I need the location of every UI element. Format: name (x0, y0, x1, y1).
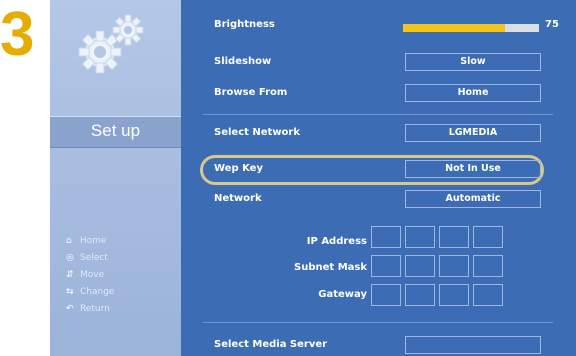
divider (203, 322, 553, 323)
legend-change: ⇆ Change (66, 287, 115, 297)
slideshow-label: Slideshow (214, 56, 272, 67)
home-icon: ⌂ (66, 236, 72, 246)
media-server-row[interactable]: Select Media Server (181, 336, 576, 356)
network-label: Network (214, 193, 262, 204)
step-number: 3 (0, 0, 35, 69)
return-icon: ↶ (66, 304, 74, 314)
subnet-mask-octet-3[interactable] (439, 255, 469, 277)
subnet-mask-octet-4[interactable] (473, 255, 503, 277)
ip-address-octet-1[interactable] (371, 226, 401, 248)
ip-address-label: IP Address (306, 236, 367, 247)
arrows-lr-icon: ⇆ (66, 287, 74, 297)
settings-panel: Brightness 75 Slideshow Slow Browse From… (181, 0, 576, 356)
brightness-fill (403, 24, 505, 32)
legend-select: ◎ Select (66, 253, 108, 263)
brightness-label: Brightness (214, 19, 275, 30)
wep-key-label: Wep Key (214, 163, 263, 174)
select-network-row[interactable]: Select Network LGMEDIA (181, 124, 576, 146)
legend-move: ⇵ Move (66, 270, 105, 280)
brightness-slider[interactable] (403, 24, 539, 32)
network-row[interactable]: Network Automatic (181, 190, 576, 212)
wep-key-select[interactable]: Not In Use (405, 160, 541, 178)
divider (203, 114, 553, 115)
slideshow-select[interactable]: Slow (405, 53, 541, 71)
wep-key-row[interactable]: Wep Key Not In Use (181, 160, 576, 182)
gateway-octet-3[interactable] (439, 284, 469, 306)
network-select[interactable]: Automatic (405, 190, 541, 208)
sidebar: Set up ⌂ Home ◎ Select ⇵ Move ⇆ Change ↶ Retu… (50, 0, 181, 356)
browse-from-select[interactable]: Home (405, 84, 541, 102)
slideshow-row[interactable]: Slideshow Slow (181, 53, 576, 75)
gateway-octet-1[interactable] (371, 284, 401, 306)
gears-icon (78, 14, 144, 74)
arrows-icon: ⇵ (66, 270, 74, 280)
subnet-mask-label: Subnet Mask (294, 262, 367, 273)
ok-icon: ◎ (66, 253, 74, 263)
setup-menu-item[interactable]: Set up (50, 116, 181, 148)
brightness-value: 75 (545, 19, 559, 30)
select-network-select[interactable]: LGMEDIA (405, 124, 541, 142)
media-server-label: Select Media Server (214, 339, 328, 350)
media-server-select[interactable] (405, 336, 541, 354)
ip-address-octet-3[interactable] (439, 226, 469, 248)
key-legend: ⌂ Home ◎ Select ⇵ Move ⇆ Change ↶ Return (66, 236, 114, 321)
ip-address-octet-2[interactable] (405, 226, 435, 248)
browse-from-row[interactable]: Browse From Home (181, 84, 576, 106)
select-network-label: Select Network (214, 127, 301, 138)
ip-address-octet-4[interactable] (473, 226, 503, 248)
brightness-row[interactable]: Brightness 75 (181, 16, 576, 38)
subnet-mask-octet-2[interactable] (405, 255, 435, 277)
subnet-mask-octet-1[interactable] (371, 255, 401, 277)
gateway-octet-4[interactable] (473, 284, 503, 306)
browse-from-label: Browse From (214, 87, 288, 98)
legend-home: ⌂ Home (66, 236, 107, 246)
settings-screen: Set up ⌂ Home ◎ Select ⇵ Move ⇆ Change ↶ Retu… (50, 0, 576, 356)
setup-label: Set up (90, 121, 141, 140)
gateway-octet-2[interactable] (405, 284, 435, 306)
legend-return: ↶ Return (66, 304, 110, 314)
gateway-label: Gateway (318, 289, 367, 300)
